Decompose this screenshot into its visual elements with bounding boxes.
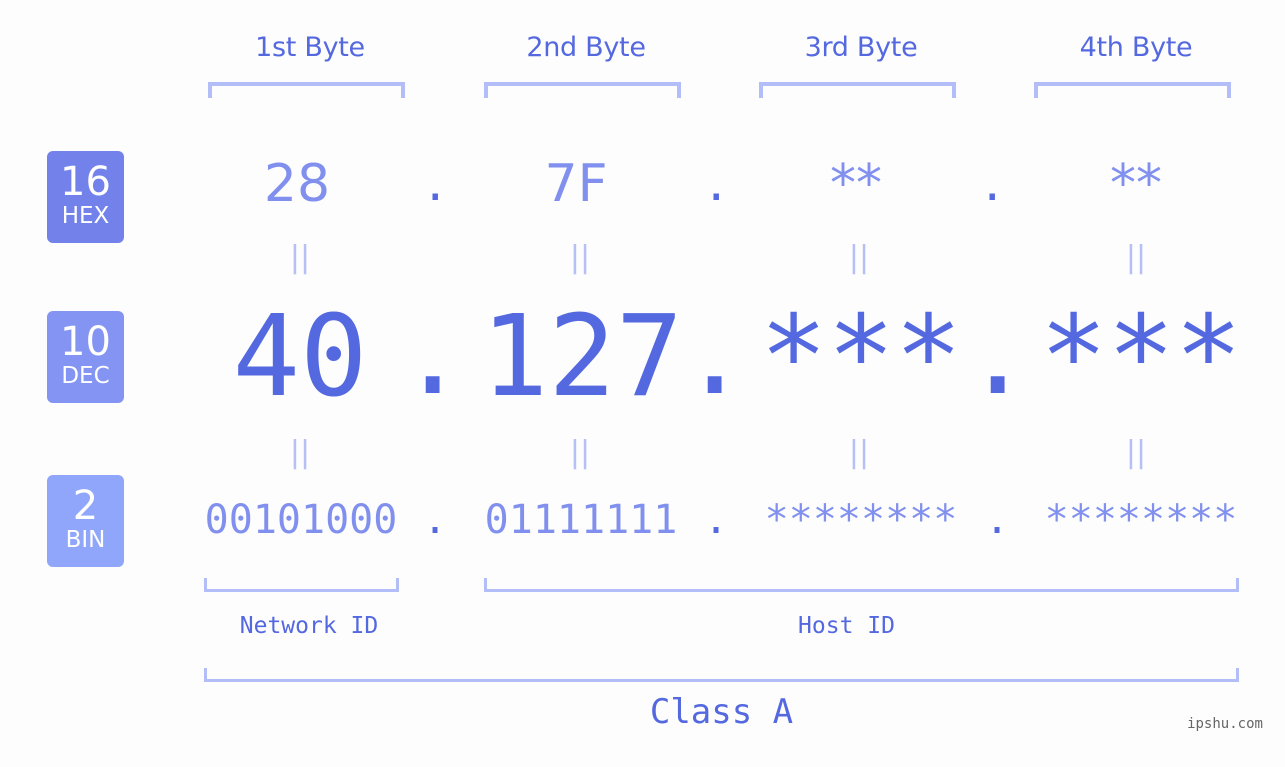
host-id-label: Host ID: [798, 613, 895, 639]
network-id-bracket: [204, 578, 399, 592]
bin-value-3: ********: [764, 497, 958, 543]
dec-badge: 10 DEC: [47, 311, 124, 403]
equals-dec-bin-3: ||: [848, 435, 870, 470]
hex-value-1: 28: [263, 154, 331, 214]
watermark: ipshu.com: [1187, 716, 1263, 732]
hex-separator-1: .: [422, 160, 449, 211]
dec-value-2: 127: [480, 292, 684, 422]
dec-separator-2: .: [681, 290, 749, 420]
equals-dec-bin-1: ||: [289, 435, 311, 470]
dec-value-1: 40: [232, 292, 368, 422]
byte-label-2: 2nd Byte: [526, 32, 646, 63]
byte-bracket-3: [759, 82, 956, 98]
dec-separator-1: .: [399, 290, 467, 420]
hex-value-4: **: [1110, 154, 1162, 214]
byte-label-4: 4th Byte: [1079, 32, 1193, 63]
bin-value-2: 01111111: [484, 497, 678, 543]
equals-hex-dec-2: ||: [569, 240, 591, 275]
dec-base-label: DEC: [61, 363, 110, 389]
hex-separator-2: .: [703, 160, 730, 211]
hex-value-2: 7F: [544, 154, 608, 214]
bin-badge: 2 BIN: [47, 475, 124, 567]
bin-value-4: ********: [1044, 497, 1238, 543]
hex-value-3: **: [830, 154, 882, 214]
byte-bracket-1: [208, 82, 405, 98]
byte-label-1: 1st Byte: [255, 32, 365, 63]
class-label: Class A: [649, 692, 794, 732]
equals-hex-dec-4: ||: [1125, 240, 1147, 275]
bin-separator-2: .: [704, 497, 729, 543]
hex-base-label: HEX: [61, 203, 110, 229]
bin-separator-3: .: [985, 497, 1010, 543]
equals-dec-bin-4: ||: [1125, 435, 1147, 470]
bin-base-number: 2: [72, 483, 99, 529]
bin-base-label: BIN: [65, 527, 106, 553]
dec-base-number: 10: [60, 319, 111, 365]
equals-hex-dec-3: ||: [848, 240, 870, 275]
class-bracket: [204, 668, 1239, 682]
hex-separator-3: .: [979, 160, 1006, 211]
byte-bracket-2: [484, 82, 681, 98]
dec-value-3: ***: [759, 292, 963, 422]
hex-base-number: 16: [60, 159, 111, 205]
byte-bracket-4: [1034, 82, 1231, 98]
byte-label-3: 3rd Byte: [804, 32, 918, 63]
dec-separator-3: .: [964, 290, 1032, 420]
bin-separator-1: .: [423, 497, 448, 543]
network-id-label: Network ID: [239, 613, 379, 639]
hex-badge: 16 HEX: [47, 151, 124, 243]
equals-hex-dec-1: ||: [289, 240, 311, 275]
equals-dec-bin-2: ||: [569, 435, 591, 470]
host-id-bracket: [484, 578, 1239, 592]
bin-value-1: 00101000: [204, 497, 398, 543]
dec-value-4: ***: [1039, 292, 1243, 422]
